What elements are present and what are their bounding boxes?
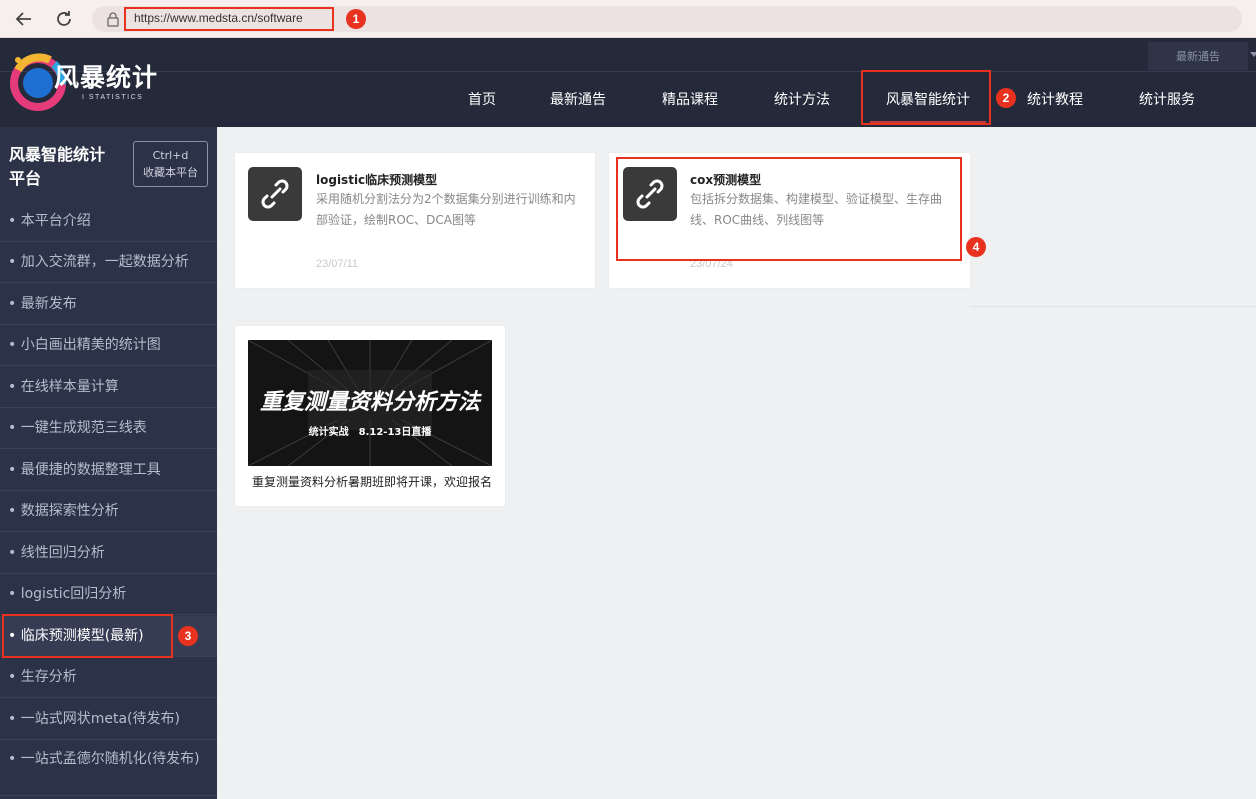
site-logo[interactable]: 风暴统计 I STATISTICS — [10, 50, 160, 114]
sidebar-item-exploratory[interactable]: • 数据探索性分析 — [0, 491, 217, 532]
banner-caption[interactable]: 重复测量资料分析暑期班即将开课，欢迎报名 — [246, 474, 498, 491]
nav-tutorials[interactable]: 统计教程 — [1027, 73, 1083, 127]
sidebar-item-latest[interactable]: • 最新发布 — [0, 284, 217, 325]
annotation-marker-3: 3 — [178, 626, 198, 646]
annotation-box-url — [124, 7, 334, 31]
sidebar-item-linear-regression[interactable]: • 线性回归分析 — [0, 533, 217, 574]
link-icon — [248, 167, 302, 221]
bookmark-shortcut: Ctrl+d — [152, 149, 189, 162]
nav-notices[interactable]: 最新通告 — [550, 73, 606, 127]
sidebar-title: 风暴智能统计平台 — [9, 145, 106, 188]
bookmark-label: 收藏本平台 — [143, 166, 198, 179]
card-description: 采用随机分割法分为2个数据集分别进行训练和内部验证，绘制ROC、DCA图等 — [316, 192, 576, 227]
annotation-box-nav — [861, 70, 991, 125]
sidebar-item-intro[interactable]: • 本平台介绍 — [0, 201, 217, 242]
annotation-box-sidebar — [2, 614, 173, 658]
sidebar-item-mendelian[interactable]: • 一站式孟德尔随机化(待发布) — [0, 740, 217, 796]
annotation-marker-1: 1 — [346, 9, 366, 29]
card-title[interactable]: logistic临床预测模型 — [316, 171, 437, 188]
sidebar-item-network-meta[interactable]: • 一站式网状meta(待发布) — [0, 699, 217, 740]
banner-title: 重复测量资料分析方法 — [259, 390, 480, 415]
logo-text: 风暴统计 — [54, 63, 159, 92]
logo-subtitle: I STATISTICS — [82, 94, 144, 101]
nav-methods[interactable]: 统计方法 — [774, 73, 830, 127]
nav-courses[interactable]: 精品课程 — [662, 73, 718, 127]
annotation-box-card — [616, 157, 962, 261]
sidebar-item-sample-size[interactable]: • 在线样本量计算 — [0, 367, 217, 408]
reload-icon[interactable] — [52, 7, 76, 31]
divider — [970, 306, 1256, 307]
sidebar: 风暴智能统计平台 Ctrl+d 收藏本平台 • 本平台介绍 • 加入交流群，一起… — [0, 127, 217, 799]
notice-dropdown[interactable]: 最新通告 — [1148, 42, 1248, 70]
annotation-marker-2: 2 — [996, 88, 1016, 108]
course-banner-image[interactable]: 重复测量资料分析方法 统计实战 8.12-13日直播 — [248, 340, 492, 466]
sidebar-item-charts[interactable]: • 小白画出精美的统计图 — [0, 325, 217, 366]
sidebar-item-logistic-regression[interactable]: • logistic回归分析 — [0, 574, 217, 615]
nav-home[interactable]: 首页 — [468, 73, 496, 127]
sidebar-item-three-line-table[interactable]: • 一键生成规范三线表 — [0, 408, 217, 449]
sidebar-item-survival[interactable]: • 生存分析 — [0, 657, 217, 698]
lock-icon — [106, 11, 120, 27]
sidebar-item-data-tool[interactable]: • 最便捷的数据整理工具 — [0, 450, 217, 491]
chevron-down-icon[interactable] — [1250, 52, 1256, 57]
sidebar-item-join-group[interactable]: • 加入交流群，一起数据分析 — [0, 242, 217, 283]
bookmark-button[interactable]: Ctrl+d 收藏本平台 — [133, 141, 208, 187]
card-date: 23/07/11 — [316, 258, 359, 270]
nav-services[interactable]: 统计服务 — [1139, 73, 1195, 127]
back-arrow-icon[interactable] — [12, 7, 36, 31]
annotation-marker-4: 4 — [966, 237, 986, 257]
header-top-strip: 最新通告 — [0, 38, 1256, 72]
banner-subtitle: 统计实战 8.12-13日直播 — [308, 427, 432, 438]
